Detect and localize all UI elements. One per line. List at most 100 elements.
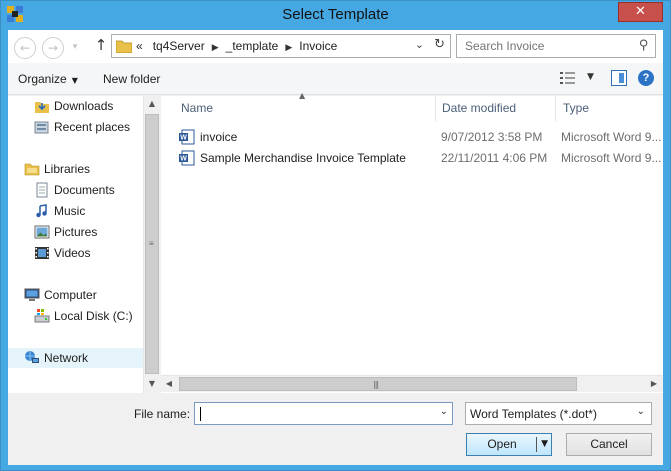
navigation-pane-scrollbar[interactable]: ▲ ≡ ▼ (143, 96, 160, 393)
breadcrumb-separator-icon[interactable]: ▶ (212, 43, 219, 53)
file-list-horizontal-scrollbar[interactable]: ◀ ||| ▶ (161, 375, 663, 392)
view-options-dropdown-icon[interactable]: ▼ (587, 72, 594, 82)
scrollbar-thumb[interactable]: ≡ (145, 114, 159, 374)
computer-icon (24, 288, 40, 301)
file-name-combobox[interactable]: ⌄ (194, 402, 453, 425)
column-header-date-modified[interactable]: Date modified (442, 96, 557, 121)
file-type: Microsoft Word 9... (561, 151, 662, 165)
sidebar-item-label: Network (44, 351, 89, 365)
libraries-icon (24, 163, 40, 176)
sidebar-item-pictures[interactable]: Pictures (34, 222, 142, 242)
scrollbar-grip-icon: ≡ (149, 239, 154, 248)
refresh-icon[interactable]: ↻ (434, 37, 445, 52)
sidebar-item-documents[interactable]: Documents (34, 180, 142, 200)
sidebar-item-network[interactable]: Network (8, 348, 143, 368)
breadcrumb-overflow[interactable]: « (136, 39, 143, 53)
breadcrumb: « tq4Server ▶ _template ▶ Invoice (136, 39, 337, 53)
sidebar-item-label: Local Disk (C:) (54, 309, 133, 323)
sidebar-item-label: Videos (54, 246, 91, 260)
navigation-pane: Downloads Recent places Libraries Docume… (8, 96, 160, 393)
back-arrow-icon[interactable]: ← (14, 37, 36, 59)
table-row[interactable]: W invoice 9/07/2012 3:58 PM Microsoft Wo… (161, 126, 661, 147)
sidebar-item-label: Computer (44, 288, 97, 302)
search-input[interactable] (463, 38, 623, 54)
file-type-value: Word Templates (*.dot*) (470, 407, 597, 421)
sidebar-item-label: Pictures (54, 225, 98, 239)
table-row[interactable]: W Sample Merchandise Invoice Template 22… (161, 147, 661, 168)
breadcrumb-segment-tq4server[interactable]: tq4Server (153, 39, 205, 53)
scroll-up-icon[interactable]: ▲ (144, 96, 160, 112)
file-type: Microsoft Word 9... (561, 130, 662, 144)
window-title: Select Template (282, 6, 389, 23)
file-name-input[interactable] (199, 405, 429, 421)
sidebar-item-label: Downloads (54, 99, 114, 113)
chevron-down-icon[interactable]: ⌄ (415, 38, 424, 51)
local-disk-icon (34, 309, 50, 323)
address-bar[interactable]: « tq4Server ▶ _template ▶ Invoice ⌄ ↻ (111, 34, 451, 58)
chevron-down-icon: ▼ (71, 76, 78, 85)
search-box[interactable]: ⚲ (456, 34, 656, 58)
address-row: ← → ▾ ↑ « tq4Server ▶ _template ▶ Invoice ⌄ ↻… (8, 30, 663, 63)
scrollbar-thumb[interactable]: ||| (179, 377, 577, 391)
up-arrow-icon[interactable]: ↑ (92, 36, 110, 56)
sidebar-item-computer[interactable]: Computer (24, 285, 142, 305)
breadcrumb-segment-template[interactable]: _template (226, 39, 279, 53)
sidebar-item-label: Recent places (54, 120, 131, 134)
sidebar-item-recent-places[interactable]: Recent places (34, 117, 142, 137)
file-name-label: File name: (134, 407, 191, 421)
help-icon[interactable]: ? (638, 70, 654, 86)
recent-locations-dropdown-icon[interactable]: ▾ (68, 37, 82, 59)
column-divider[interactable] (435, 96, 436, 121)
folder-icon (116, 40, 132, 53)
sidebar-item-label: Music (54, 204, 86, 218)
file-date-modified: 22/11/2011 4:06 PM (441, 151, 548, 165)
breadcrumb-segment-invoice[interactable]: Invoice (299, 39, 337, 53)
sidebar-item-music[interactable]: Music (34, 201, 142, 221)
preview-pane-icon[interactable] (611, 70, 627, 86)
chevron-down-icon[interactable]: ⌄ (637, 406, 645, 417)
split-divider (536, 437, 537, 452)
scroll-right-icon[interactable]: ▶ (646, 376, 662, 392)
organize-button[interactable]: Organize ▼ (18, 72, 78, 86)
scroll-left-icon[interactable]: ◀ (161, 376, 177, 392)
dialog-client: ← → ▾ ↑ « tq4Server ▶ _template ▶ Invoice ⌄ ↻… (8, 30, 663, 465)
videos-icon (35, 247, 49, 259)
change-view-icon[interactable] (560, 71, 576, 85)
open-button-label: Open (487, 437, 517, 451)
column-header-type[interactable]: Type (563, 96, 663, 121)
open-button[interactable]: Open ▼ (466, 433, 552, 456)
column-header-name[interactable]: Name (181, 96, 436, 121)
word-document-icon: W (179, 150, 195, 166)
chevron-down-icon[interactable]: ⌄ (440, 406, 448, 417)
close-icon: ✕ (635, 4, 646, 19)
file-name: invoice (200, 130, 238, 144)
close-button[interactable]: ✕ (618, 2, 663, 22)
breadcrumb-separator-icon[interactable]: ▶ (285, 43, 292, 53)
network-icon (25, 351, 39, 363)
file-type-select[interactable]: Word Templates (*.dot*) ⌄ (465, 402, 652, 425)
search-icon[interactable]: ⚲ (639, 38, 649, 53)
dialog-window: Select Template ✕ ← → ▾ ↑ « tq4Server ▶ _te… (0, 0, 671, 471)
organize-label: Organize (18, 72, 67, 86)
sidebar-item-libraries[interactable]: Libraries (24, 159, 142, 179)
scroll-down-icon[interactable]: ▼ (144, 376, 160, 392)
downloads-folder-icon (35, 102, 49, 113)
cancel-button[interactable]: Cancel (566, 433, 652, 456)
word-document-icon: W (179, 129, 195, 145)
forward-arrow-icon[interactable]: → (42, 37, 64, 59)
column-divider[interactable] (555, 96, 556, 121)
dialog-footer: File name: ⌄ Word Templates (*.dot*) ⌄ O… (8, 393, 663, 465)
toolbar: Organize ▼ New folder ▼ ? (8, 63, 663, 95)
sidebar-item-local-disk[interactable]: Local Disk (C:) (34, 306, 142, 326)
recent-places-icon (34, 121, 49, 134)
title-bar[interactable]: Select Template ✕ (1, 1, 670, 30)
pictures-icon (34, 225, 50, 239)
file-list: ▲ Name Date modified Type W invoice 9/07… (161, 91, 663, 393)
open-options-dropdown-icon[interactable]: ▼ (541, 434, 548, 455)
sidebar-item-videos[interactable]: Videos (34, 243, 142, 263)
sidebar-item-downloads[interactable]: Downloads (34, 96, 142, 116)
svg-text:W: W (180, 135, 187, 142)
documents-icon (36, 182, 48, 198)
new-folder-button[interactable]: New folder (103, 72, 160, 86)
music-icon (36, 204, 47, 218)
